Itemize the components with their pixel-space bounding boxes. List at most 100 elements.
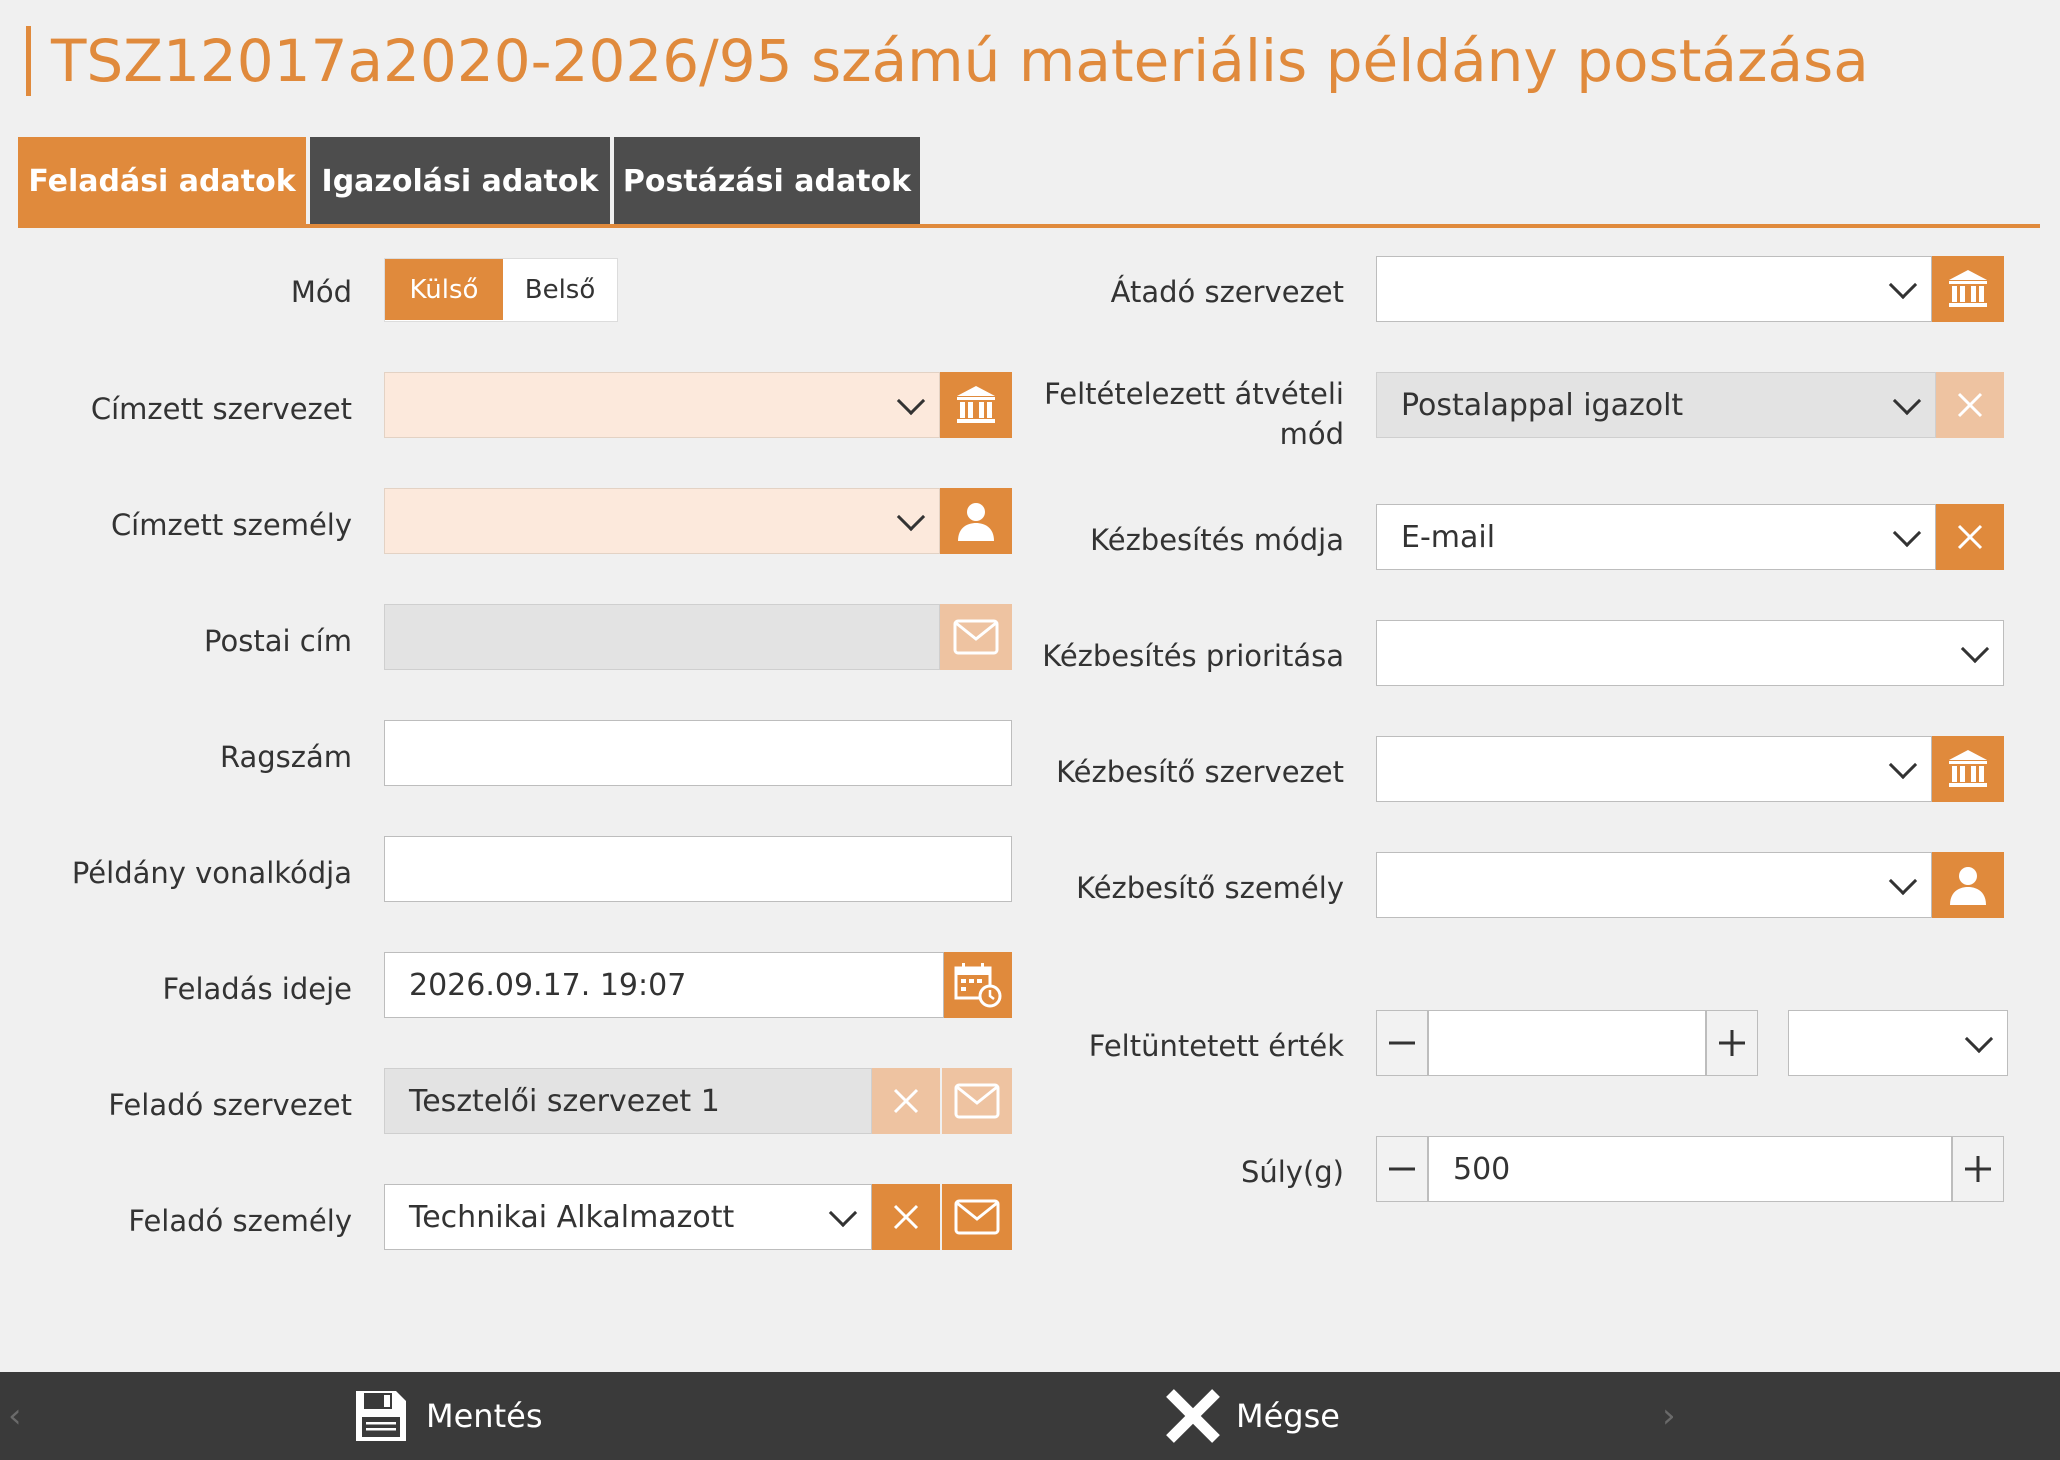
sender-person-clear-button[interactable] [872,1184,940,1250]
delivery-mode-value: E-mail [1401,519,1496,555]
delivery-mode-clear-button[interactable] [1936,504,2004,570]
tracking-number-label: Ragszám [219,740,352,774]
plus-icon [1719,1030,1745,1056]
courier-org-select[interactable] [1376,736,1932,802]
institution-icon [1949,270,1987,307]
tracking-number-input[interactable] [384,720,1012,786]
chevron-down-icon [1888,866,1918,896]
plus-icon [1965,1156,1991,1182]
institution-icon [1949,750,1987,787]
send-time-input[interactable]: 2026.09.17. 19:07 [384,952,944,1018]
barcode-input[interactable] [384,836,1012,902]
recipient-person-picker-button[interactable] [940,488,1012,554]
chevron-down-icon [1960,634,1990,664]
declared-value-input[interactable] [1428,1010,1706,1076]
sender-org-value: Tesztelői szervezet 1 [409,1083,720,1119]
mode-option-belso[interactable]: Belső [503,259,617,320]
send-time-value: 2026.09.17. 19:07 [409,967,687,1003]
institution-icon [957,386,995,423]
tab-bar: Feladási adatok Igazolási adatok Postázá… [18,137,924,226]
handover-org-select[interactable] [1376,256,1932,322]
declared-value-increment-button[interactable] [1706,1010,1758,1076]
close-icon [893,1204,919,1230]
postal-address-label: Postai cím [204,624,352,658]
sender-org-label: Feladó szervezet [108,1088,352,1122]
chevron-down-icon [896,386,926,416]
sender-person-label: Feladó személy [128,1204,352,1238]
receipt-mode-label-line2: mód [1279,417,1344,451]
receipt-mode-clear-button[interactable] [1936,372,2004,438]
minus-icon [1389,1041,1415,1045]
close-icon [1957,524,1983,550]
delivery-mode-select[interactable]: E-mail [1376,504,1936,570]
courier-person-picker-button[interactable] [1932,852,2004,918]
minus-icon [1389,1167,1415,1171]
mode-label: Mód [290,275,352,309]
postal-address-field [384,604,940,670]
weight-increment-button[interactable] [1952,1136,2004,1202]
receipt-mode-value: Postalappal igazolt [1401,387,1684,423]
courier-org-label: Kézbesítő szervezet [1056,755,1344,789]
chevron-down-icon [1892,386,1922,416]
send-time-calendar-button[interactable] [944,952,1012,1018]
recipient-org-label: Címzett szervezet [90,392,352,426]
page-title: TSZ12017a2020-2026/95 számú materiális p… [26,26,1869,96]
delivery-priority-label: Kézbesítés prioritása [1042,639,1344,673]
envelope-icon [954,1199,1000,1235]
chevron-left-icon[interactable]: ‹ [8,1398,28,1434]
sender-person-select[interactable]: Technikai Alkalmazott [384,1184,872,1250]
weight-label: Súly(g) [1240,1155,1344,1189]
weight-value: 500 [1453,1151,1511,1187]
courier-person-label: Kézbesítő személy [1076,871,1344,905]
send-time-label: Feladás ideje [162,972,352,1006]
save-icon [356,1391,406,1441]
receipt-mode-select[interactable]: Postalappal igazolt [1376,372,1936,438]
declared-value-decrement-button[interactable] [1376,1010,1428,1076]
cancel-button[interactable]: Mégse [1164,1372,1340,1460]
sender-person-envelope-button[interactable] [942,1184,1012,1250]
declared-value-label: Feltüntetett érték [1088,1029,1344,1063]
weight-input[interactable]: 500 [1428,1136,1952,1202]
sender-org-clear-button[interactable] [872,1068,940,1134]
envelope-icon [953,619,999,655]
receipt-mode-label: Feltételezett átvételi mód [1020,374,1344,454]
sender-org-field: Tesztelői szervezet 1 [384,1068,872,1134]
delivery-mode-label: Kézbesítés módja [1090,523,1344,557]
weight-decrement-button[interactable] [1376,1136,1428,1202]
close-icon [1957,392,1983,418]
handover-org-picker-button[interactable] [1932,256,2004,322]
mode-segmented-control: Külső Belső [384,258,618,322]
sender-person-value: Technikai Alkalmazott [409,1199,735,1235]
chevron-down-icon [896,502,926,532]
tab-igazolasi-adatok[interactable]: Igazolási adatok [310,137,610,226]
mode-option-kulso[interactable]: Külső [385,259,503,320]
bottom-action-bar: ‹ Mentés Mégse › [0,1372,2060,1460]
close-icon [1166,1389,1220,1443]
envelope-icon [954,1083,1000,1119]
delivery-priority-select[interactable] [1376,620,2004,686]
declared-value-currency-select[interactable] [1788,1010,2008,1076]
chevron-down-icon [1888,750,1918,780]
cancel-button-label: Mégse [1236,1397,1340,1435]
sender-org-envelope-button[interactable] [942,1068,1012,1134]
person-icon [1950,867,1986,905]
chevron-down-icon [1892,518,1922,548]
person-icon [958,503,994,541]
recipient-org-select[interactable] [384,372,940,438]
recipient-person-select[interactable] [384,488,940,554]
postal-address-envelope-button[interactable] [940,604,1012,670]
save-button-label: Mentés [426,1397,543,1435]
tab-feladasi-adatok[interactable]: Feladási adatok [18,137,306,226]
calendar-clock-icon [954,963,1002,1008]
chevron-down-icon [828,1198,858,1228]
close-icon [893,1088,919,1114]
barcode-label: Példány vonalkódja [71,856,352,890]
courier-person-select[interactable] [1376,852,1932,918]
tab-postazasi-adatok[interactable]: Postázási adatok [614,137,920,226]
receipt-mode-label-line1: Feltételezett átvételi [1044,377,1344,411]
chevron-right-icon[interactable]: › [1662,1398,1682,1434]
courier-org-picker-button[interactable] [1932,736,2004,802]
recipient-person-label: Címzett személy [110,508,352,542]
save-button[interactable]: Mentés [352,1372,542,1460]
recipient-org-picker-button[interactable] [940,372,1012,438]
